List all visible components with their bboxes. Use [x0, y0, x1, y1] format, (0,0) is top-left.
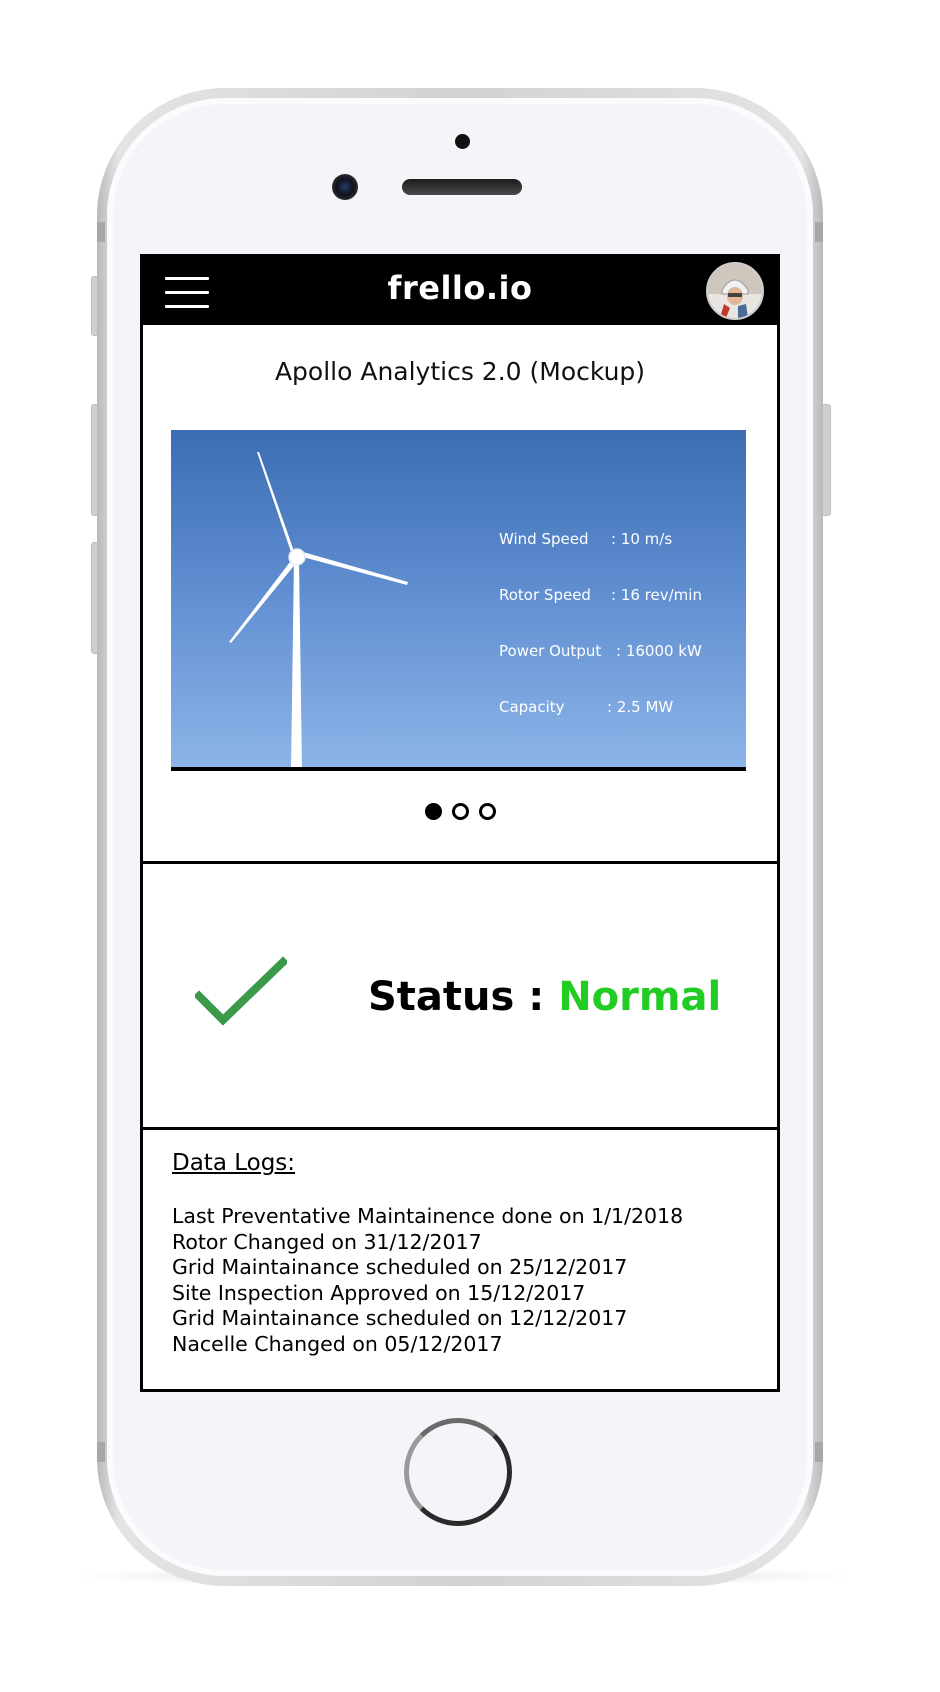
log-entry: Grid Maintainance scheduled on 25/12/201… — [172, 1255, 628, 1280]
log-entry: Rotor Changed on 31/12/2017 — [172, 1229, 482, 1254]
stat-value: : 16 rev/min — [611, 586, 702, 604]
stat-value: : 2.5 MW — [607, 698, 674, 716]
antenna-band — [97, 222, 105, 242]
carousel-dot-2[interactable] — [451, 803, 469, 820]
log-entry: Last Preventative Maintainence done on 1… — [172, 1204, 684, 1228]
status-text: Status : Normal — [368, 974, 721, 1020]
user-avatar[interactable] — [706, 262, 764, 320]
stat-label: Rotor Speed — [499, 586, 591, 604]
status-value: Normal — [558, 974, 722, 1020]
earpiece-speaker — [402, 179, 522, 195]
data-logs-list: Last Preventative Maintainence done on 1… — [172, 1204, 683, 1358]
stat-value: : 10 m/s — [611, 530, 673, 548]
stat-label: Power Output — [499, 642, 602, 660]
status-label: Status : — [368, 974, 545, 1020]
analytics-card: Apollo Analytics 2.0 (Mockup) Wind Speed… — [143, 325, 777, 864]
log-entry: Grid Maintainance scheduled on 12/12/201… — [172, 1306, 628, 1331]
carousel-dot-3[interactable] — [478, 803, 496, 820]
data-logs-card: Data Logs: Last Preventative Maintainenc… — [143, 1130, 777, 1389]
stat-label: Capacity — [499, 698, 565, 716]
antenna-band — [815, 1442, 823, 1462]
turbine-image-slide[interactable]: Wind Speed : 10 m/s Rotor Speed : 16 rev… — [171, 430, 746, 771]
app-screen: frello.io Apollo Analytics 2.0 (Mockup) — [140, 254, 780, 1392]
antenna-band — [815, 222, 823, 242]
app-header: frello.io — [143, 257, 777, 325]
carousel-indicator — [143, 803, 777, 820]
front-camera — [332, 174, 358, 200]
home-button[interactable] — [404, 1418, 512, 1526]
page-title: Apollo Analytics 2.0 (Mockup) — [274, 357, 646, 386]
carousel-dot-1[interactable] — [424, 803, 442, 820]
checkmark-icon — [195, 956, 287, 1026]
antenna-band — [97, 1442, 105, 1462]
proximity-sensor — [455, 134, 470, 149]
log-entry: Site Inspection Approved on 15/12/2017 — [172, 1280, 586, 1305]
data-logs-title: Data Logs: — [172, 1150, 296, 1176]
stat-label: Wind Speed — [499, 530, 589, 548]
stat-value: : 16000 kW — [616, 642, 702, 660]
log-entry: Nacelle Changed on 05/12/2017 — [172, 1331, 503, 1356]
status-card: Status : Normal — [143, 864, 777, 1130]
brand-title: frello.io — [387, 269, 533, 307]
